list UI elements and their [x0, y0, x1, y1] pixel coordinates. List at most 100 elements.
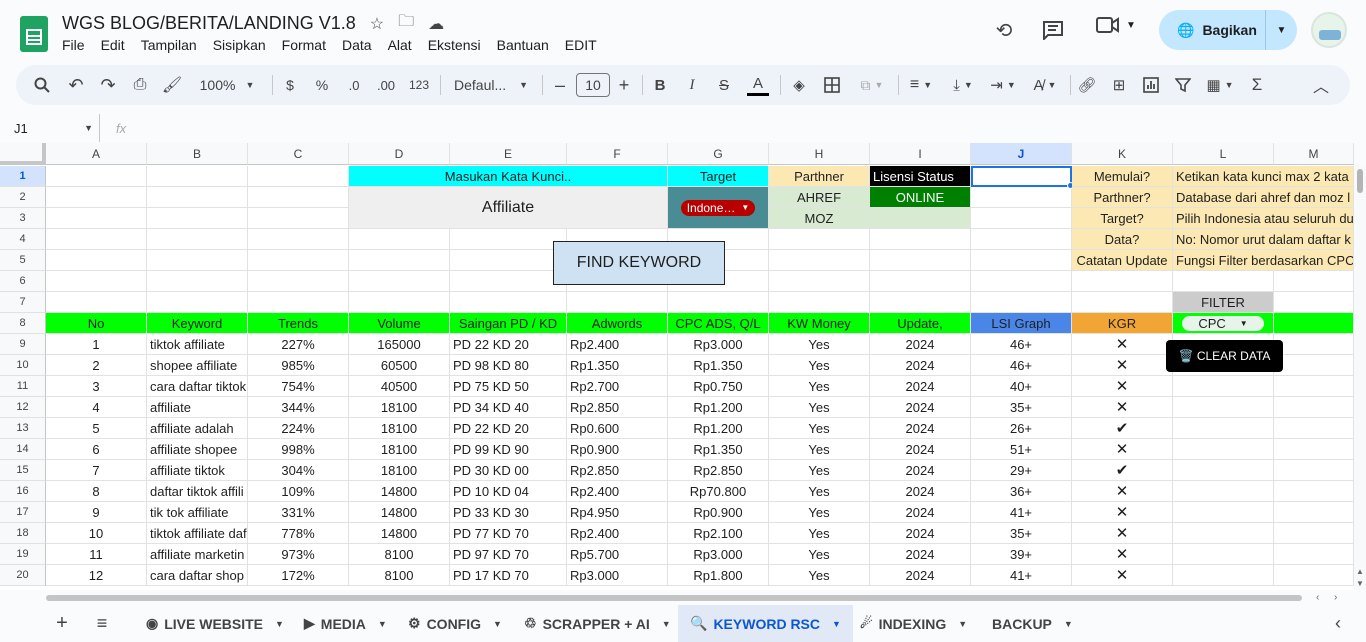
row-header-5[interactable]: 5 — [0, 250, 46, 271]
menu-format[interactable]: Format — [282, 37, 326, 53]
row-header-2[interactable]: 2 — [0, 187, 46, 208]
grid-cell[interactable] — [971, 292, 1072, 313]
grid-cell[interactable] — [248, 187, 349, 208]
grid-cell[interactable] — [668, 292, 769, 313]
row-header-19[interactable]: 19 — [0, 544, 46, 565]
horizontal-scroll-thumb[interactable] — [46, 595, 1302, 601]
grid-cell[interactable] — [46, 271, 147, 292]
decrease-decimal-button[interactable]: .0 — [342, 65, 366, 105]
grid-cell[interactable] — [248, 208, 349, 229]
grid-cell[interactable] — [1274, 544, 1354, 565]
grid-cell[interactable] — [1274, 418, 1354, 439]
undo-icon[interactable]: ↶ — [64, 65, 88, 105]
vertical-scrollbar[interactable]: ▲ ▼ — [1354, 165, 1366, 590]
grid-cell[interactable] — [1173, 418, 1274, 439]
currency-format-button[interactable]: $ — [280, 65, 300, 105]
find-keyword-button[interactable]: FIND KEYWORD — [553, 241, 725, 285]
grid-cell[interactable] — [870, 271, 971, 292]
scroll-right-arrow-icon[interactable]: › — [1334, 592, 1337, 603]
menu-custom-edit[interactable]: EDIT — [565, 37, 597, 53]
menu-file[interactable]: File — [62, 37, 85, 53]
meet-button[interactable]: ▼ — [1096, 16, 1136, 34]
column-header-e[interactable]: E — [450, 143, 567, 165]
chevron-down-icon[interactable]: ▼ — [275, 619, 284, 629]
grid-cell[interactable] — [971, 187, 1072, 208]
grid-cell[interactable] — [1072, 271, 1173, 292]
grid-cell[interactable] — [1173, 397, 1274, 418]
row-header-4[interactable]: 4 — [0, 229, 46, 250]
grid-cell[interactable] — [1274, 292, 1354, 313]
grid-cell[interactable] — [349, 229, 450, 250]
grid-cell[interactable] — [769, 229, 870, 250]
grid-cell[interactable] — [147, 229, 248, 250]
grid-cell[interactable] — [46, 166, 147, 187]
grid-cell[interactable] — [971, 250, 1072, 271]
grid-cell[interactable] — [1072, 292, 1173, 313]
sheet-tab-keyword-rsc[interactable]: 🔍 KEYWORD RSC ▼ — [678, 605, 853, 642]
document-title[interactable]: WGS BLOG/BERITA/LANDING V1.8 — [62, 13, 356, 34]
horizontal-align-icon[interactable]: ≡ ▼ — [904, 65, 938, 105]
grid-cell[interactable] — [1173, 460, 1274, 481]
grid-cell[interactable] — [1274, 397, 1354, 418]
row-header-13[interactable]: 13 — [0, 418, 46, 439]
cloud-status-icon[interactable]: ☁ — [428, 14, 444, 34]
grid-cell[interactable] — [567, 292, 668, 313]
grid-cell[interactable] — [349, 292, 450, 313]
functions-sigma-icon[interactable]: Σ — [1246, 65, 1268, 105]
grid-cell[interactable] — [971, 208, 1072, 229]
grid-cell[interactable] — [1274, 271, 1354, 292]
fill-color-icon[interactable]: ◈ — [788, 65, 810, 105]
grid-cell[interactable] — [1173, 565, 1274, 586]
paint-format-icon[interactable]: 🖌 — [160, 65, 184, 105]
column-header-h[interactable]: H — [769, 143, 870, 165]
menu-help[interactable]: Bantuan — [497, 37, 549, 53]
keyword-input-cell[interactable]: Affiliate — [349, 187, 668, 229]
grid-cell[interactable] — [769, 271, 870, 292]
version-history-icon[interactable]: ⟲ — [990, 16, 1018, 44]
grid-cell[interactable] — [248, 271, 349, 292]
print-icon[interactable]: ⎙ — [128, 65, 152, 105]
filter-icon[interactable] — [1172, 65, 1194, 105]
grid-cell[interactable] — [1274, 376, 1354, 397]
add-sheet-plus-icon[interactable]: + — [50, 605, 74, 642]
account-avatar[interactable] — [1311, 12, 1347, 48]
filter-select[interactable]: CPC ▼ — [1182, 315, 1264, 331]
grid-cell[interactable] — [46, 292, 147, 313]
column-header-g[interactable]: G — [668, 143, 769, 165]
row-header-17[interactable]: 17 — [0, 502, 46, 523]
table-view-icon[interactable]: ▦ ▼ — [1202, 65, 1238, 105]
text-color-button[interactable]: A — [746, 65, 770, 105]
grid-cell[interactable] — [971, 229, 1072, 250]
menu-edit[interactable]: Edit — [101, 37, 125, 53]
grid-cell[interactable] — [46, 187, 147, 208]
chevron-down-icon[interactable]: ▼ — [493, 619, 502, 629]
row-header-12[interactable]: 12 — [0, 397, 46, 418]
row-header-10[interactable]: 10 — [0, 355, 46, 376]
font-family-select[interactable]: Defaul... ▼ — [448, 65, 534, 105]
grid-cell[interactable] — [1173, 523, 1274, 544]
grid-cell[interactable] — [450, 250, 567, 271]
row-header-8[interactable]: 8 — [0, 313, 46, 334]
grid-cell[interactable] — [1173, 271, 1274, 292]
insert-comment-icon[interactable]: ⊞ — [1108, 65, 1130, 105]
merge-cells-icon[interactable]: ⧉ ▼ — [854, 65, 890, 105]
column-header-f[interactable]: F — [567, 143, 668, 165]
sheet-tab-backup[interactable]: BACKUP ▼ — [980, 605, 1085, 642]
grid-cell[interactable] — [248, 229, 349, 250]
grid-cell[interactable] — [46, 229, 147, 250]
target-select-cell[interactable]: Indone… ▼ — [668, 187, 769, 229]
horizontal-scrollbar[interactable]: ‹ › — [46, 592, 1354, 604]
row-header-3[interactable]: 3 — [0, 208, 46, 229]
font-size-input[interactable]: 10 — [576, 73, 610, 97]
column-header-l[interactable]: L — [1173, 143, 1274, 165]
menu-extensions[interactable]: Ekstensi — [428, 37, 481, 53]
insert-chart-icon[interactable] — [1140, 65, 1162, 105]
italic-button[interactable]: I — [682, 65, 702, 105]
row-header-15[interactable]: 15 — [0, 460, 46, 481]
grid-cell[interactable] — [248, 292, 349, 313]
menu-view[interactable]: Tampilan — [141, 37, 197, 53]
bold-button[interactable]: B — [650, 65, 670, 105]
sheets-logo-icon[interactable] — [20, 16, 48, 52]
scroll-left-arrow-icon[interactable]: ‹ — [1316, 592, 1319, 603]
row-header-1[interactable]: 1 — [0, 166, 46, 187]
